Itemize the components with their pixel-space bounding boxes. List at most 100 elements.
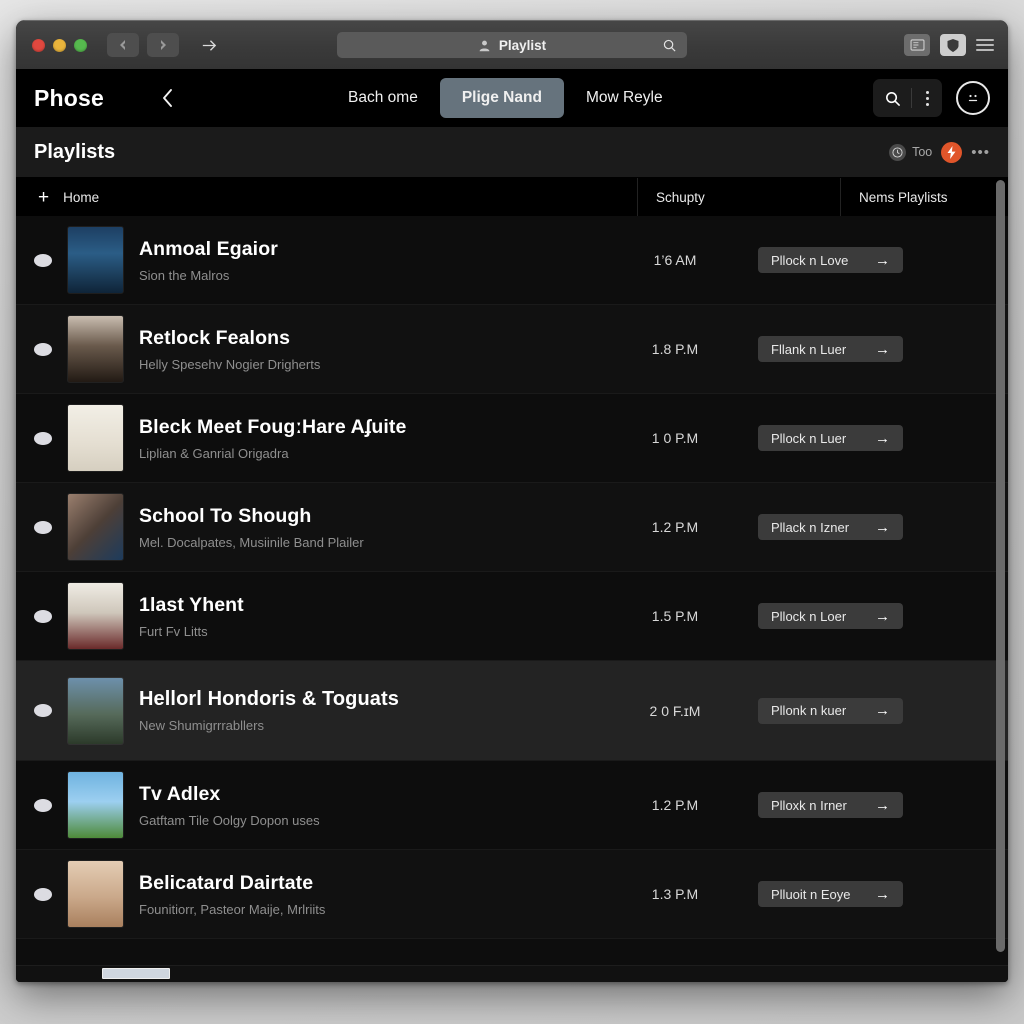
table-row[interactable]: School To Shough Mel. Docalpates, Musiini… — [16, 483, 1008, 572]
table-header-row: + Home Schupty Nems Playlists — [16, 178, 1008, 217]
row-thumbnail — [68, 494, 123, 560]
tab-bach-ome[interactable]: Bach ome — [332, 79, 434, 117]
flash-icon — [947, 145, 956, 159]
table-row[interactable]: 1last Yhent Furt Fv Litts 1.5 P.M Pllock n … — [16, 572, 1008, 661]
arrow-right-icon: → — [875, 340, 890, 358]
row-action-button[interactable]: Pllock n Loer → — [758, 603, 903, 629]
row-thumbnail — [68, 316, 123, 382]
row-selector-dot[interactable] — [34, 342, 52, 356]
row-action-label: Pllonk n kuer — [771, 703, 847, 718]
magnifier-icon[interactable] — [662, 38, 677, 53]
table-body: Anmoal Egaior Sion the Malros 1’6 AM Pllock… — [16, 216, 1008, 982]
row-title: Hellorl Hondoris & Toguats — [139, 688, 400, 710]
row-thumbnail — [68, 583, 123, 649]
share-button[interactable] — [195, 33, 223, 57]
row-title: School To Shough — [139, 504, 312, 527]
header-search-group — [873, 79, 942, 117]
arrow-right-icon: → — [875, 796, 890, 814]
flash-badge[interactable] — [941, 141, 963, 163]
reader-view-icon — [909, 39, 925, 51]
tool-chip-label: Too — [912, 145, 933, 159]
row-thumbnail — [68, 677, 123, 744]
navigation-buttons — [107, 33, 223, 57]
table-row[interactable]: Hellorl Hondoris & Toguats New Shumigrrra… — [16, 661, 1008, 761]
table-row[interactable]: Belicatard Dairtate Founitiorr, Pasteor M… — [16, 850, 1008, 939]
column-header-home[interactable]: + Home — [16, 178, 637, 216]
user-avatar[interactable] — [956, 81, 990, 115]
window-titlebar: Playlist — [16, 20, 1008, 69]
table-row[interactable]: Retlock Fealons Helly Spesehv Nogier Drig… — [16, 305, 1008, 394]
page-title-bar: Playlists Too ••• — [16, 127, 1008, 178]
person-icon — [478, 39, 491, 52]
minimize-window-button[interactable] — [53, 38, 66, 52]
row-action-button[interactable]: Plluoit n Eoye → — [758, 881, 903, 907]
scrollbar-thumb[interactable] — [996, 180, 1005, 952]
row-meta: Retlock Fealons Helly Spesehv Nogier Drig… — [139, 327, 592, 372]
row-selector-dot[interactable] — [34, 887, 52, 901]
shield-icon — [947, 38, 959, 52]
shield-button[interactable] — [940, 34, 966, 56]
page-title: Playlists — [34, 140, 116, 163]
row-action-button[interactable]: Fllank n Luer → — [758, 336, 903, 362]
row-action-cell: Plluoit n Eoye → — [758, 881, 990, 907]
column-header-nems-playlists[interactable]: Nems Playlists — [840, 178, 1008, 216]
row-selector-dot[interactable] — [34, 431, 52, 445]
row-subtitle: Helly Spesehv Nogier Drigherts — [139, 356, 321, 372]
plus-icon[interactable]: + — [38, 188, 49, 207]
row-action-button[interactable]: Pllock n Love → — [758, 247, 903, 273]
row-action-button[interactable]: Plloxk n Irner → — [758, 792, 903, 818]
row-time: 1.2 P.M — [651, 797, 699, 813]
header-back-button[interactable] — [154, 84, 182, 112]
table-row[interactable]: Tv Adlex Gatftam Tile Oolgy Dopon uses 1.2… — [16, 761, 1008, 850]
row-selector-dot[interactable] — [34, 253, 52, 267]
back-button[interactable] — [107, 33, 139, 57]
column-header-schupty[interactable]: Schupty — [637, 178, 840, 216]
close-window-button[interactable] — [32, 38, 45, 52]
reader-view-button[interactable] — [904, 34, 930, 56]
row-selector-dot[interactable] — [34, 609, 52, 623]
back-arrow-icon — [120, 40, 125, 50]
maximize-window-button[interactable] — [74, 38, 87, 52]
tab-plige-nand[interactable]: Plige Nand — [439, 78, 564, 118]
row-time: 1.2 P.M — [651, 519, 699, 535]
row-thumbnail — [68, 227, 123, 293]
table-row[interactable]: Bleck Meet FougːHare Aʄuite Liplian & Gan… — [16, 394, 1008, 483]
row-action-button[interactable]: Pllock n Luer → — [758, 425, 903, 451]
row-action-label: Pllock n Love — [771, 252, 849, 268]
tab-mow-reyle[interactable]: Mow Reyle — [570, 79, 679, 117]
address-bar[interactable]: Playlist — [337, 32, 687, 58]
row-meta: Belicatard Dairtate Founitiorr, Pasteor M… — [139, 872, 592, 917]
row-action-label: Plluoit n Eoye — [771, 886, 851, 902]
row-selector-dot[interactable] — [34, 704, 52, 717]
face-avatar-icon — [968, 94, 978, 102]
column-header-home-label: Home — [63, 189, 100, 205]
row-selector-dot[interactable] — [34, 520, 52, 534]
row-meta: Hellorl Hondoris & Toguats New Shumigrrra… — [139, 688, 592, 733]
row-meta: Tv Adlex Gatftam Tile Oolgy Dopon uses — [139, 783, 592, 828]
row-subtitle: Sion the Malros — [139, 267, 230, 283]
row-action-label: Pllack n Izner — [771, 519, 850, 535]
row-meta: School To Shough Mel. Docalpates, Musiini… — [139, 505, 592, 550]
more-vertical-icon — [925, 90, 929, 94]
arrow-right-icon: → — [875, 429, 890, 447]
more-options-button[interactable] — [912, 90, 942, 106]
vertical-scrollbar[interactable] — [995, 178, 1006, 982]
row-action-label: Pllock n Loer — [771, 608, 847, 624]
table-row[interactable]: Anmoal Egaior Sion the Malros 1’6 AM Pllock… — [16, 216, 1008, 305]
tool-chip[interactable]: Too — [889, 143, 933, 161]
page-overflow-button[interactable]: ••• — [971, 144, 990, 161]
hamburger-menu-button[interactable] — [976, 39, 994, 51]
search-button[interactable] — [873, 90, 911, 107]
row-action-button[interactable]: Pllonk n kuer → — [758, 697, 903, 724]
app-header: Phose Bach ome Plige Nand Mow Reyle — [16, 69, 1008, 127]
row-action-cell: Pllock n Loer → — [758, 603, 990, 629]
header-right-controls — [873, 79, 990, 117]
row-action-cell: Pllack n Izner → — [758, 514, 990, 540]
row-action-button[interactable]: Pllack n Izner → — [758, 514, 903, 540]
traffic-lights — [32, 38, 87, 52]
row-subtitle: New Shumigrrrabllers — [139, 718, 264, 733]
row-selector-dot[interactable] — [34, 798, 52, 812]
forward-button[interactable] — [147, 33, 179, 57]
arrow-right-icon: → — [875, 607, 890, 625]
row-title: Bleck Meet FougːHare Aʄuite — [139, 415, 407, 438]
